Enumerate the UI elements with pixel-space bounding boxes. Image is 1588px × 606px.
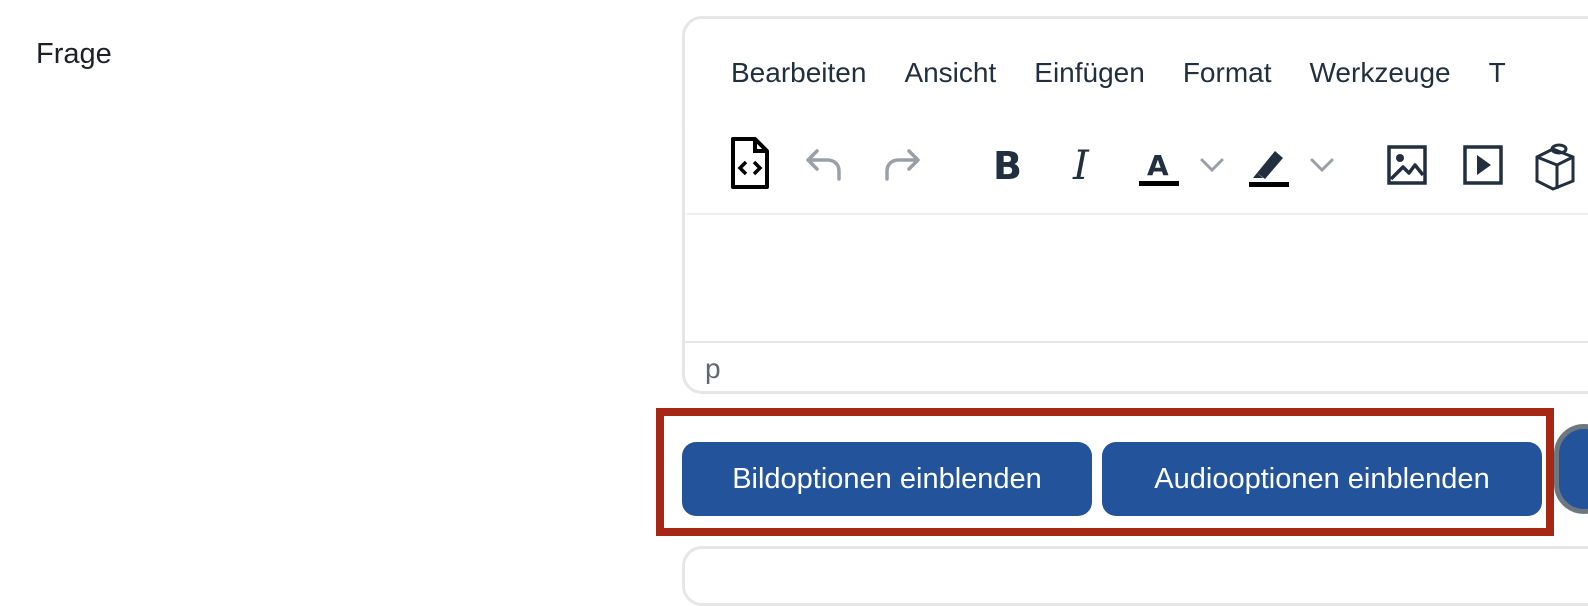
h5p-icon[interactable]	[1531, 139, 1575, 191]
element-path[interactable]: p	[705, 353, 721, 385]
menu-edit[interactable]: Bearbeiten	[731, 57, 866, 89]
question-label: Frage	[36, 38, 112, 70]
editor-menubar: Bearbeiten Ansicht Einfügen Format Werkz…	[731, 57, 1544, 89]
focused-button[interactable]	[1554, 424, 1588, 514]
italic-icon[interactable]: I	[1069, 143, 1099, 187]
menu-format[interactable]: Format	[1183, 57, 1272, 89]
menu-table[interactable]: T	[1489, 57, 1506, 89]
bold-icon[interactable]: B	[991, 143, 1025, 187]
svg-text:I: I	[1072, 143, 1090, 187]
editor-content-area[interactable]	[685, 215, 1588, 341]
undo-icon[interactable]	[803, 143, 843, 183]
show-image-options-button[interactable]: Bildoptionen einblenden	[682, 442, 1092, 516]
highlight-color-icon[interactable]	[1247, 145, 1291, 189]
media-icon[interactable]	[1461, 143, 1505, 187]
image-icon[interactable]	[1385, 143, 1429, 187]
menu-view[interactable]: Ansicht	[904, 57, 996, 89]
redo-icon[interactable]	[883, 143, 923, 183]
chevron-down-icon[interactable]	[1309, 157, 1335, 173]
editor-toolbar: B I A	[685, 121, 1588, 213]
editor-statusbar: p	[685, 341, 1588, 391]
svg-text:A: A	[1147, 149, 1169, 182]
text-color-icon[interactable]: A	[1137, 145, 1181, 189]
next-editor-box	[682, 546, 1588, 606]
menu-tools[interactable]: Werkzeuge	[1310, 57, 1451, 89]
chevron-down-icon[interactable]	[1199, 157, 1225, 173]
svg-text:B: B	[993, 144, 1022, 187]
rich-text-editor: Bearbeiten Ansicht Einfügen Format Werkz…	[682, 16, 1588, 394]
highlighted-button-group: Bildoptionen einblenden Audiooptionen ei…	[656, 408, 1554, 536]
show-audio-options-button[interactable]: Audiooptionen einblenden	[1102, 442, 1542, 516]
menu-insert[interactable]: Einfügen	[1034, 57, 1145, 89]
html-source-icon[interactable]	[729, 135, 771, 191]
